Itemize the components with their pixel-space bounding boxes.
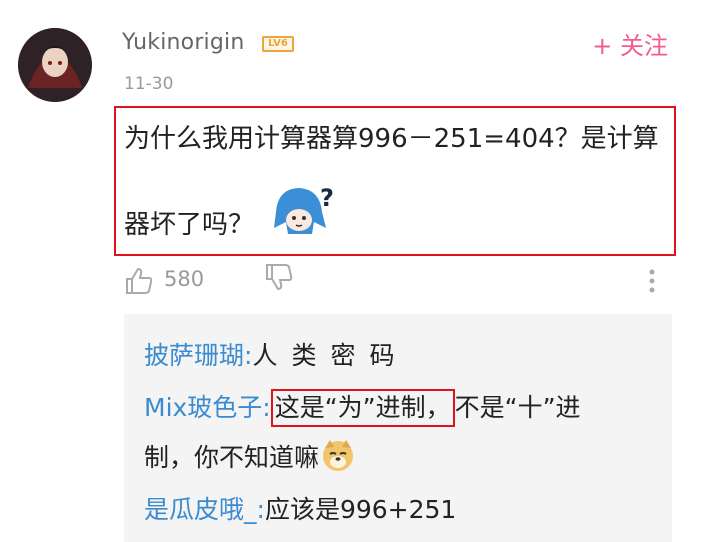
comment-username[interactable]: Yukinorigin	[122, 30, 245, 55]
sticker-question-icon: ?	[268, 182, 338, 244]
reply-item: Mix玻色子: 这是“为”进制， 不是“十”进	[144, 388, 581, 427]
reply-username[interactable]: 披萨珊瑚:	[144, 341, 252, 370]
reply-text: 制，你不知道嘛	[144, 443, 320, 472]
doge-emoji-icon	[321, 438, 355, 472]
thumbs-up-icon[interactable]	[124, 266, 154, 296]
comment-text-line2: 器坏了吗？	[124, 210, 255, 240]
reply-item-continued: 制，你不知道嘛	[144, 438, 355, 474]
avatar[interactable]	[18, 28, 92, 102]
follow-button[interactable]: + 关注	[592, 26, 668, 61]
reply-text: 人类密码	[252, 341, 409, 370]
level-badge: LV6	[262, 36, 294, 52]
reply-username[interactable]: 是瓜皮哦_:	[144, 495, 265, 524]
reply-list: 披萨珊瑚:人类密码 Mix玻色子: 这是“为”进制， 不是“十”进 制，你不知道嘛 …	[124, 314, 672, 542]
reply-item: 披萨珊瑚:人类密码	[144, 336, 408, 372]
comment-date: 11-30	[124, 74, 174, 94]
reply-text: 不是“十”进	[454, 393, 581, 422]
more-vertical-icon[interactable]	[644, 266, 660, 296]
reply-username[interactable]: Mix玻色子:	[144, 393, 271, 422]
comment-body: 为什么我用计算器算996－251=404？是计算 器坏了吗？ ?	[114, 106, 676, 256]
thumbs-down-icon[interactable]	[264, 262, 294, 292]
svg-text:?: ?	[320, 184, 334, 212]
comment-text-line1: 为什么我用计算器算996－251=404？是计算	[124, 124, 659, 154]
reply-text: 应该是996+251	[264, 495, 457, 524]
highlighted-reply-text: 这是“为”进制，	[270, 389, 455, 427]
like-count: 580	[164, 267, 205, 291]
reply-item: 是瓜皮哦_:应该是996+251	[144, 490, 456, 526]
